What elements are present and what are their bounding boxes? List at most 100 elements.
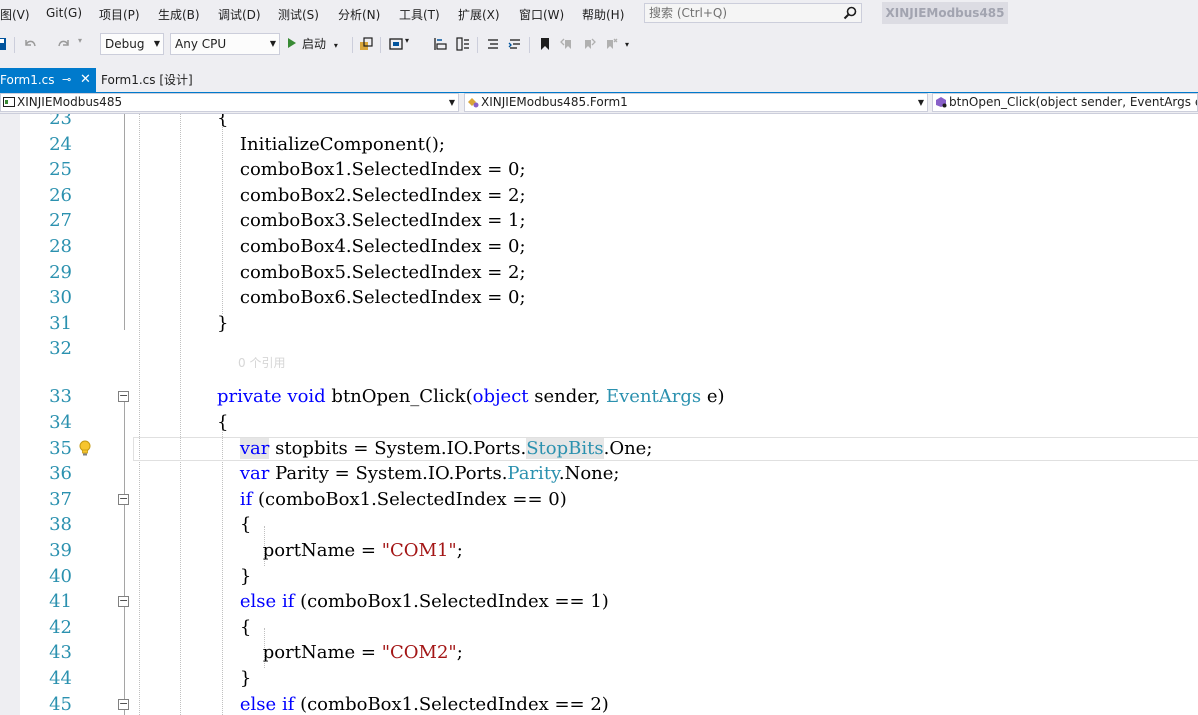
chevron-down-icon: ▼ (448, 98, 455, 107)
solution-explorer-icon[interactable] (388, 36, 404, 52)
comment-lines-icon[interactable] (485, 36, 501, 52)
menu-tools[interactable]: 工具(T) (399, 6, 440, 23)
code-line[interactable]: 41 else if (comboBox1.SelectedIndex == 1… (0, 589, 1198, 614)
line-number: 42 (49, 616, 72, 638)
code-line[interactable]: 29 comboBox5.SelectedIndex = 2; (0, 260, 1198, 285)
line-code: } (217, 564, 251, 589)
line-number: 36 (49, 463, 72, 485)
code-token: var (239, 437, 270, 459)
code-line[interactable]: 24 InitializeComponent(); (0, 132, 1198, 157)
code-line[interactable]: 25 comboBox1.SelectedIndex = 0; (0, 157, 1198, 182)
next-bookmark-icon[interactable] (581, 36, 597, 52)
code-line[interactable]: 44 } (0, 666, 1198, 691)
step-into-icon[interactable] (432, 36, 448, 52)
code-editor[interactable]: 0 个引用 23{24 InitializeComponent(); 25 com… (0, 114, 1198, 715)
code-line[interactable]: 39 portName = "COM1"; (0, 538, 1198, 563)
code-line[interactable]: 31} (0, 311, 1198, 336)
code-token: EventArgs (605, 386, 702, 408)
code-line[interactable]: 34 { (0, 410, 1198, 435)
menu-git[interactable]: Git(G) (46, 6, 82, 20)
search-icon[interactable] (843, 6, 857, 20)
line-number: 27 (49, 210, 72, 232)
chevron-down-icon[interactable]: ▾ (405, 36, 409, 45)
undo-icon[interactable] (22, 36, 38, 52)
redo-dropdown-icon[interactable]: ▾ (78, 36, 82, 45)
toolbar-separator (14, 37, 15, 53)
start-label: 启动 (302, 37, 327, 51)
toolbar-separator (477, 37, 478, 53)
code-token: (comboBox1.SelectedIndex == 1) (294, 591, 609, 613)
member-dropdown[interactable]: btnOpen_Click(object sender, EventArgs e… (932, 93, 1198, 112)
code-line[interactable]: 28 comboBox4.SelectedIndex = 0; (0, 234, 1198, 259)
start-button[interactable]: 启动 ▾ (288, 35, 338, 53)
platform-select[interactable]: Any CPU ▼ (170, 33, 280, 55)
menu-test[interactable]: 测试(S) (278, 6, 319, 23)
line-code: { (217, 615, 251, 640)
code-token: Parity = System.IO.Ports. (269, 463, 508, 485)
previous-bookmark-icon[interactable] (559, 36, 575, 52)
code-token: portName = (217, 642, 382, 664)
redo-icon[interactable] (56, 36, 72, 52)
code-line[interactable]: 40 } (0, 564, 1198, 589)
close-icon[interactable]: ✕ (80, 68, 91, 92)
lightbulb-icon[interactable] (78, 440, 92, 458)
code-line[interactable]: 30 comboBox6.SelectedIndex = 0; (0, 285, 1198, 310)
line-number: 40 (49, 565, 72, 587)
step-over-icon[interactable] (455, 36, 471, 52)
line-code: comboBox1.SelectedIndex = 0; (217, 157, 526, 182)
browser-link-icon[interactable] (358, 36, 374, 52)
code-token: ; (456, 642, 463, 664)
menu-project[interactable]: 项目(P) (99, 6, 140, 23)
pin-icon[interactable]: ⊸ (62, 68, 71, 92)
line-code: var Parity = System.IO.Ports.Parity.None… (217, 461, 620, 486)
code-line[interactable]: 27 comboBox3.SelectedIndex = 1; (0, 208, 1198, 233)
configuration-value: Debug (105, 37, 145, 51)
bookmark-icon[interactable] (537, 36, 553, 52)
clear-bookmarks-icon[interactable] (603, 36, 619, 52)
code-token: { (217, 412, 229, 433)
code-token: "COM1" (381, 540, 457, 561)
toolbar-options-icon[interactable]: ▾ (625, 40, 629, 49)
class-dropdown[interactable]: XINJIEModbus485.Form1 ▼ (464, 93, 928, 112)
play-icon (288, 38, 296, 48)
menu-help[interactable]: 帮助(H) (582, 6, 624, 23)
search-box[interactable] (644, 3, 862, 23)
line-number: 29 (49, 261, 72, 283)
code-line[interactable]: 43 portName = "COM2"; (0, 640, 1198, 665)
menu-extensions[interactable]: 扩展(X) (458, 6, 500, 23)
code-line[interactable]: 42 { (0, 615, 1198, 640)
collapse-icon[interactable]: − (118, 595, 129, 608)
collapse-icon[interactable]: − (118, 493, 129, 505)
code-line[interactable]: 36 var Parity = System.IO.Ports.Parity.N… (0, 461, 1198, 486)
menu-window[interactable]: 窗口(W) (519, 6, 564, 23)
code-line[interactable]: 45 else if (comboBox1.SelectedIndex == 2… (0, 692, 1198, 715)
project-dropdown[interactable]: XINJIEModbus485 ▼ (0, 93, 459, 112)
method-icon (936, 97, 947, 108)
code-token: var (239, 463, 270, 485)
menu-analyze[interactable]: 分析(N) (338, 6, 380, 23)
code-line[interactable]: 38 { (0, 512, 1198, 537)
tab-form1-cs[interactable]: Form1.cs ⊸ ✕ (0, 68, 96, 92)
search-input[interactable] (649, 5, 839, 21)
menu-debug[interactable]: 调试(D) (218, 6, 261, 23)
code-line[interactable]: 32 (0, 336, 1198, 361)
code-line[interactable]: 37 if (comboBox1.SelectedIndex == 0) (0, 487, 1198, 512)
code-line[interactable]: 26 comboBox2.SelectedIndex = 2; (0, 183, 1198, 208)
menu-build[interactable]: 生成(B) (158, 6, 200, 23)
code-line[interactable]: 23 { (0, 114, 1198, 131)
code-token: sender, (528, 386, 606, 408)
code-token: ; (456, 540, 463, 561)
chevron-down-icon: ▼ (153, 39, 160, 48)
tab-form1-designer[interactable]: Form1.cs [设计] (96, 68, 196, 92)
configuration-select[interactable]: Debug ▼ (100, 33, 164, 55)
chevron-down-icon: ▼ (917, 98, 924, 107)
code-line[interactable]: 35 var stopbits = System.IO.Ports.StopBi… (0, 436, 1198, 461)
uncomment-lines-icon[interactable] (507, 36, 523, 52)
collapse-icon[interactable]: − (118, 390, 129, 403)
collapse-icon[interactable]: − (118, 698, 129, 710)
menu-view[interactable]: 图(V) (0, 6, 30, 23)
code-token: comboBox1.SelectedIndex = 0; (217, 159, 526, 181)
line-number: 28 (49, 236, 72, 257)
code-line[interactable]: 33 private void btnOpen_Click(object send… (0, 384, 1198, 409)
